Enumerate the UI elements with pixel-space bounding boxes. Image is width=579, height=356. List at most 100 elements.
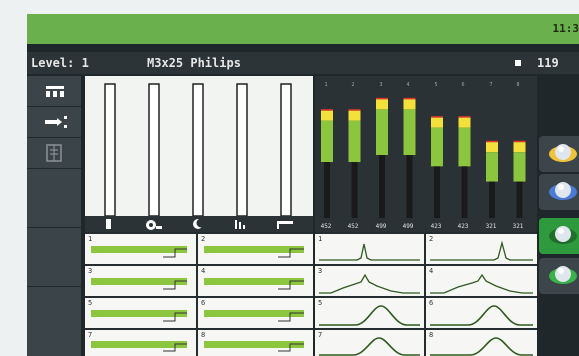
hist-bar-green xyxy=(376,109,388,156)
nav-empty-1[interactable] xyxy=(27,169,81,228)
wave-cell-3[interactable]: 3 xyxy=(315,266,424,296)
nav-branch[interactable] xyxy=(27,107,81,138)
hist-bar-stem xyxy=(489,181,495,218)
moon-icon xyxy=(193,218,206,229)
side-actions xyxy=(539,134,579,356)
wave-cell-label: 4 xyxy=(429,267,434,275)
hist-bar-yellow xyxy=(486,142,498,153)
battery-icon xyxy=(106,219,111,229)
hist-bar-green xyxy=(403,109,416,156)
histogram-panel: 1 2 3 4 5 6 7 8 452 452 499 499 423 423 … xyxy=(315,76,537,232)
hist-bar-yellow xyxy=(403,99,416,110)
wave-cell-7[interactable]: 7 xyxy=(315,330,424,356)
hist-bar-stem xyxy=(461,166,468,218)
hist-bar-green xyxy=(458,127,471,167)
wave-cell-1[interactable]: 1 xyxy=(315,234,424,264)
screw-name: M3x25 Philips xyxy=(147,56,241,70)
wave-cell-label: 6 xyxy=(429,299,434,307)
device-frame: 11:3 Level: 1 M3x25 Philips 119 1 2 3 4 … xyxy=(0,0,579,356)
document-icon xyxy=(46,144,62,162)
wave-cell-2[interactable]: 2 xyxy=(426,234,537,264)
orb-yellow-icon xyxy=(549,144,577,162)
nav-layout[interactable] xyxy=(27,76,81,107)
hist-bar-green xyxy=(486,152,498,182)
hist-bar-cap xyxy=(431,116,443,118)
wave-cell-label: 2 xyxy=(429,235,434,243)
nav-empty-3[interactable] xyxy=(27,287,81,356)
mini-cell-label: 3 xyxy=(88,267,93,275)
analysis-panel: 1 2 3 4 5 6 7 8 452 452 499 499 423 423 … xyxy=(315,76,537,356)
clock: 11:3 xyxy=(552,22,579,35)
hist-bar-cap xyxy=(376,97,388,100)
hist-top-number: 4 xyxy=(406,82,410,88)
hist-top-number: 2 xyxy=(351,82,355,88)
hist-bar-yellow xyxy=(348,110,361,121)
hist-bar-yellow xyxy=(513,142,526,153)
hist-value-label: 452 xyxy=(347,223,359,230)
orb-green-icon xyxy=(549,226,577,244)
hist-value-label: 499 xyxy=(402,223,414,230)
hmi-screen: 11:3 Level: 1 M3x25 Philips 119 1 2 3 4 … xyxy=(27,14,579,356)
hist-bar-yellow xyxy=(321,110,333,121)
mini-cell-5[interactable]: 5 xyxy=(85,298,196,328)
hist-top-number: 7 xyxy=(489,82,493,88)
column-bars xyxy=(104,83,292,217)
hist-top-number: 1 xyxy=(324,82,328,88)
mini-cell-7[interactable]: 7 xyxy=(85,330,196,356)
stop-icon xyxy=(515,60,521,66)
torque-panel: 1 2 3 4 5 6 7 8 xyxy=(85,76,313,356)
hist-value-label: 321 xyxy=(512,223,524,230)
mini-cell-1[interactable]: 1 xyxy=(85,234,196,264)
hist-bar-stem xyxy=(351,162,358,218)
mini-cell-4[interactable]: 4 xyxy=(198,266,313,296)
wave-cell-6[interactable]: 6 xyxy=(426,298,537,328)
hist-bar-cap xyxy=(321,109,333,111)
gear-icon xyxy=(146,220,162,230)
hist-bar-cap xyxy=(486,140,498,143)
wave-cell-4[interactable]: 4 xyxy=(426,266,537,296)
level-label: Level: 1 xyxy=(31,56,89,70)
hist-bar-cap xyxy=(348,109,361,111)
hist-bar-stem xyxy=(434,166,440,218)
bar-chart-icon xyxy=(235,220,245,229)
hist-bar-green xyxy=(513,152,526,182)
mini-cell-label: 8 xyxy=(201,331,206,339)
hist-bar-stem xyxy=(406,155,413,218)
mini-cell-label: 4 xyxy=(201,267,206,275)
branch-icon xyxy=(45,116,67,128)
action-button-2[interactable] xyxy=(539,174,579,210)
ruler-icon xyxy=(277,221,293,229)
hist-top-number: 3 xyxy=(379,82,383,88)
screw-count: 119 xyxy=(537,56,559,70)
mini-cell-label: 2 xyxy=(201,235,206,243)
wave-cell-label: 1 xyxy=(318,235,323,243)
hist-top-number: 5 xyxy=(434,82,438,88)
mini-cell-8[interactable]: 8 xyxy=(198,330,313,356)
hist-bar-cap xyxy=(513,140,526,143)
hist-bar-yellow xyxy=(431,117,443,128)
mini-cell-2[interactable]: 2 xyxy=(198,234,313,264)
status-bar: 11:3 xyxy=(27,14,579,44)
action-button-3[interactable] xyxy=(539,218,579,254)
hist-value-label: 423 xyxy=(457,223,469,230)
hist-bar-cap xyxy=(403,97,416,100)
mini-cell-label: 6 xyxy=(201,299,206,307)
hist-top-number: 6 xyxy=(461,82,465,88)
hist-top-number: 8 xyxy=(516,82,520,88)
layout-icon xyxy=(46,86,64,97)
nav-empty-2[interactable] xyxy=(27,228,81,287)
action-button-1[interactable] xyxy=(539,136,579,172)
nav-document[interactable] xyxy=(27,138,81,169)
hist-bar-stem xyxy=(516,181,523,218)
mini-cell-label: 5 xyxy=(88,299,93,307)
hist-bar-green xyxy=(348,120,361,163)
action-button-4[interactable] xyxy=(539,258,579,294)
mini-cell-6[interactable]: 6 xyxy=(198,298,313,328)
mini-cell-3[interactable]: 3 xyxy=(85,266,196,296)
wave-cell-label: 7 xyxy=(318,331,323,339)
hist-bar-yellow xyxy=(376,99,388,110)
wave-cell-8[interactable]: 8 xyxy=(426,330,537,356)
bar-icon-row xyxy=(85,216,313,232)
hist-bar-yellow xyxy=(458,117,471,128)
wave-cell-5[interactable]: 5 xyxy=(315,298,424,328)
